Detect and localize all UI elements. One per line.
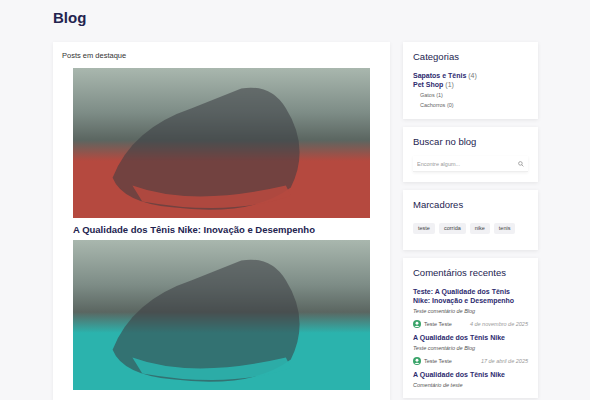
sidebar: Categorias Sapatos e Tênis (4)Pet Shop (1… — [403, 42, 538, 398]
comment-meta: Teste Teste 4 de novembro de 2025 — [413, 320, 528, 328]
category-item: Pet Shop (1) Gatos (1) Cachorros (0) — [413, 80, 528, 109]
categories-card: Categorias Sapatos e Tênis (4)Pet Shop (1… — [403, 42, 538, 119]
shoe-icon — [73, 240, 370, 390]
search-title: Buscar no blog — [413, 136, 528, 148]
post-image[interactable] — [73, 68, 370, 218]
comments-title: Comentários recentes — [413, 267, 528, 279]
tags-title: Marcadores — [413, 199, 528, 211]
comment-item: Teste: A Qualidade dos Tênis Nike: Inova… — [413, 287, 528, 328]
comment-date: 17 de abril de 2025 — [481, 357, 528, 365]
featured-posts: Posts em destaque A Qualidade dos Tênis N… — [53, 42, 390, 400]
comment-item: A Qualidade dos Tênis Nike Teste comentár… — [413, 333, 528, 365]
comments-card: Comentários recentes Teste: A Qualidade d… — [403, 258, 538, 398]
category-link[interactable]: Sapatos e Tênis (4) — [413, 71, 528, 80]
comment-post-link[interactable]: A Qualidade dos Tênis Nike — [413, 333, 528, 342]
comment-post-link[interactable]: Teste: A Qualidade dos Tênis Nike: Inova… — [413, 287, 528, 305]
category-link[interactable]: Pet Shop (1) — [413, 80, 528, 89]
search-card: Buscar no blog — [403, 127, 538, 182]
category-item: Sapatos e Tênis (4) — [413, 71, 528, 80]
page-title: Blog — [53, 8, 538, 28]
post-image[interactable] — [73, 240, 370, 390]
comment-text: Teste comentário de Blog — [413, 345, 528, 352]
blog-page: Blog Posts em destaque A Qualidade dos Tên… — [0, 0, 590, 400]
subcategory-link[interactable]: Cachorros (0) — [413, 101, 528, 109]
subcategory-link[interactable]: Gatos (1) — [413, 91, 528, 99]
post-title[interactable]: A Qualidade dos Tênis Nike: Inovação e D… — [73, 218, 370, 240]
tags-card: Marcadores teste corrida nike tenis — [403, 190, 538, 250]
tag[interactable]: nike — [470, 223, 490, 234]
featured-heading: Posts em destaque — [62, 51, 370, 61]
comment-author: Teste Teste — [424, 357, 452, 365]
tag[interactable]: tenis — [494, 223, 516, 234]
tag[interactable]: teste — [413, 223, 435, 234]
post-card[interactable]: A Qualidade dos Tênis Nike: Inovação e D… — [73, 68, 370, 240]
search-input[interactable] — [417, 161, 518, 167]
comment-text: Comentário de teste — [413, 382, 528, 389]
categories-title: Categorias — [413, 51, 528, 63]
comment-post-link[interactable]: A Qualidade dos Tênis Nike — [413, 370, 528, 379]
comment-text: Teste comentário de Blog — [413, 308, 528, 315]
layout: Posts em destaque A Qualidade dos Tênis N… — [53, 42, 538, 400]
tag-list: teste corrida nike tenis — [413, 219, 528, 240]
comment-author: Teste Teste — [424, 320, 452, 328]
tag[interactable]: corrida — [439, 223, 466, 234]
comment-item: A Qualidade dos Tênis Nike Comentário de … — [413, 370, 528, 389]
search-field[interactable] — [413, 156, 528, 172]
avatar-icon — [413, 320, 421, 328]
post-card[interactable] — [73, 240, 370, 390]
search-icon[interactable] — [518, 161, 524, 167]
avatar-icon — [413, 357, 421, 365]
comment-meta: Teste Teste 17 de abril de 2025 — [413, 357, 528, 365]
comment-date: 4 de novembro de 2025 — [470, 320, 528, 328]
shoe-icon — [73, 68, 370, 218]
